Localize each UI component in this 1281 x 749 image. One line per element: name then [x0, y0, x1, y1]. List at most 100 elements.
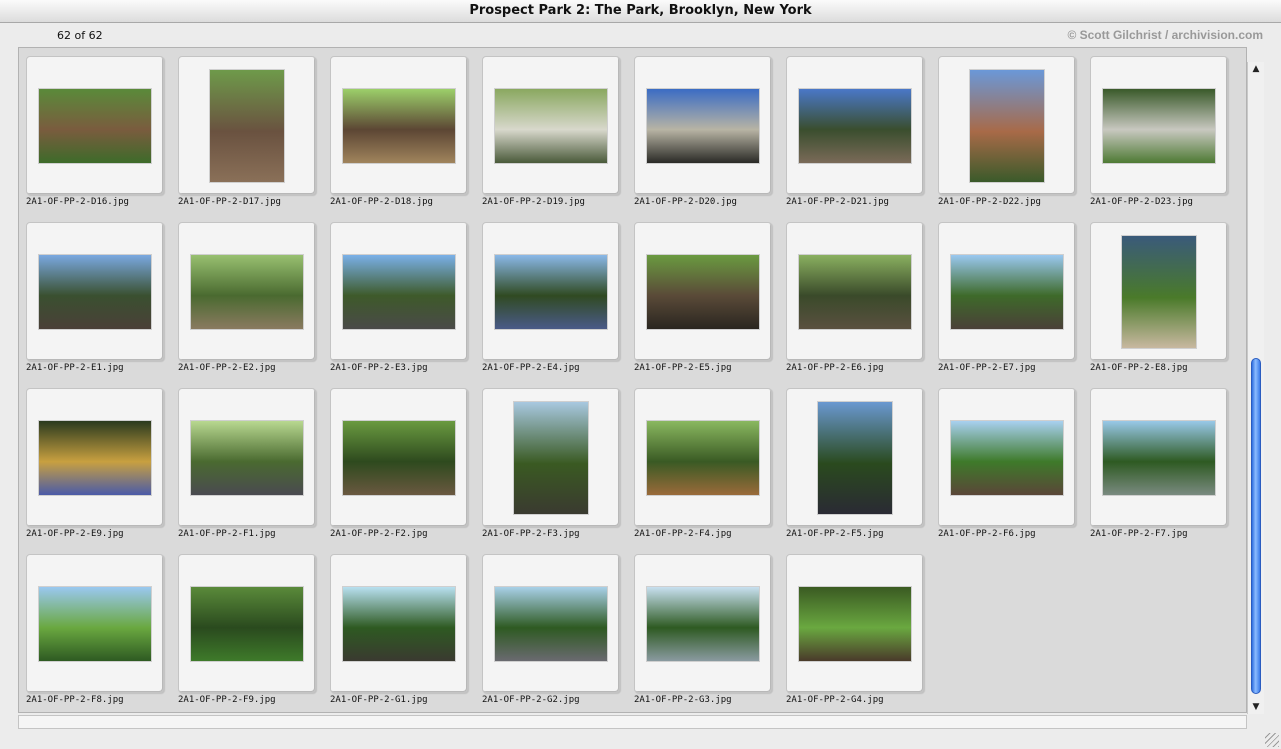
slide-frame[interactable]	[26, 56, 164, 195]
thumbnail-item[interactable]: 2A1-OF-PP-2-D21.jpg	[779, 48, 931, 214]
slide-frame[interactable]	[178, 56, 316, 195]
thumbnail-image[interactable]	[210, 69, 284, 182]
slide-frame[interactable]	[178, 222, 316, 361]
thumbnail-item[interactable]: 2A1-OF-PP-2-G3.jpg	[627, 546, 779, 712]
thumbnail-image[interactable]	[1103, 88, 1215, 163]
thumbnail-item[interactable]: 2A1-OF-PP-2-E7.jpg	[931, 214, 1083, 380]
thumbnail-image[interactable]	[647, 88, 759, 163]
thumbnail-image[interactable]	[343, 254, 455, 329]
slide-frame[interactable]	[330, 554, 468, 693]
thumbnail-image[interactable]	[39, 254, 151, 329]
thumbnail-image[interactable]	[1122, 235, 1196, 348]
thumbnail-item[interactable]: 2A1-OF-PP-2-F3.jpg	[475, 380, 627, 546]
thumbnail-image[interactable]	[951, 254, 1063, 329]
thumbnail-image[interactable]	[818, 401, 892, 514]
thumbnail-item[interactable]: 2A1-OF-PP-2-D17.jpg	[171, 48, 323, 214]
scroll-up-arrow-icon[interactable]: ▲	[1248, 62, 1264, 76]
thumbnail-item[interactable]: 2A1-OF-PP-2-F9.jpg	[171, 546, 323, 712]
thumbnail-item[interactable]: 2A1-OF-PP-2-G4.jpg	[779, 546, 931, 712]
slide-frame[interactable]	[786, 554, 924, 693]
thumbnail-item[interactable]: 2A1-OF-PP-2-D20.jpg	[627, 48, 779, 214]
slide-frame[interactable]	[482, 554, 620, 693]
slide-frame[interactable]	[938, 388, 1076, 527]
thumbnail-image[interactable]	[799, 254, 911, 329]
thumbnail-image[interactable]	[495, 586, 607, 661]
scroll-down-arrow-icon[interactable]: ▼	[1248, 700, 1264, 714]
thumbnail-image[interactable]	[970, 69, 1044, 182]
slide-frame[interactable]	[634, 56, 772, 195]
slide-frame[interactable]	[938, 56, 1076, 195]
scrollbar-thumb[interactable]	[1251, 358, 1261, 694]
slide-frame[interactable]	[26, 388, 164, 527]
thumbnail-item[interactable]: 2A1-OF-PP-2-D19.jpg	[475, 48, 627, 214]
slide-frame[interactable]	[1090, 56, 1228, 195]
thumbnail-item[interactable]: 2A1-OF-PP-2-F5.jpg	[779, 380, 931, 546]
thumbnail-item[interactable]: 2A1-OF-PP-2-D22.jpg	[931, 48, 1083, 214]
thumbnail-filename: 2A1-OF-PP-2-F5.jpg	[786, 529, 884, 539]
slide-frame[interactable]	[786, 56, 924, 195]
slide-frame[interactable]	[634, 222, 772, 361]
thumbnail-image[interactable]	[191, 254, 303, 329]
thumbnail-item[interactable]: 2A1-OF-PP-2-D23.jpg	[1083, 48, 1235, 214]
thumbnail-image[interactable]	[191, 420, 303, 495]
slide-frame[interactable]	[1090, 388, 1228, 527]
thumbnail-image[interactable]	[647, 254, 759, 329]
slide-frame[interactable]	[938, 222, 1076, 361]
thumbnail-filename: 2A1-OF-PP-2-F9.jpg	[178, 695, 276, 705]
thumbnail-image[interactable]	[343, 586, 455, 661]
thumbnail-item[interactable]: 2A1-OF-PP-2-F6.jpg	[931, 380, 1083, 546]
thumbnail-image[interactable]	[799, 88, 911, 163]
thumbnail-item[interactable]: 2A1-OF-PP-2-G1.jpg	[323, 546, 475, 712]
slide-frame[interactable]	[26, 554, 164, 693]
thumbnail-image[interactable]	[647, 586, 759, 661]
horizontal-scrollbar[interactable]	[18, 715, 1247, 729]
thumbnail-image[interactable]	[951, 420, 1063, 495]
thumbnail-item[interactable]: 2A1-OF-PP-2-F2.jpg	[323, 380, 475, 546]
thumbnail-item[interactable]: 2A1-OF-PP-2-G2.jpg	[475, 546, 627, 712]
thumbnail-item[interactable]: 2A1-OF-PP-2-E9.jpg	[19, 380, 171, 546]
thumbnail-image[interactable]	[191, 586, 303, 661]
thumbnail-image[interactable]	[1103, 420, 1215, 495]
slide-frame[interactable]	[26, 222, 164, 361]
thumbnail-image[interactable]	[39, 586, 151, 661]
vertical-scrollbar[interactable]: ▲ ▼	[1247, 62, 1264, 714]
slide-frame[interactable]	[178, 388, 316, 527]
thumbnail-image[interactable]	[495, 88, 607, 163]
thumbnail-filename: 2A1-OF-PP-2-D22.jpg	[938, 197, 1041, 207]
thumbnail-image[interactable]	[343, 420, 455, 495]
slide-frame[interactable]	[330, 56, 468, 195]
thumbnail-item[interactable]: 2A1-OF-PP-2-F1.jpg	[171, 380, 323, 546]
thumbnail-item[interactable]: 2A1-OF-PP-2-E6.jpg	[779, 214, 931, 380]
slide-frame[interactable]	[482, 222, 620, 361]
slide-frame[interactable]	[634, 388, 772, 527]
thumbnail-item[interactable]: 2A1-OF-PP-2-D16.jpg	[19, 48, 171, 214]
thumbnail-item[interactable]: 2A1-OF-PP-2-E2.jpg	[171, 214, 323, 380]
thumbnail-item[interactable]: 2A1-OF-PP-2-E5.jpg	[627, 214, 779, 380]
slide-frame[interactable]	[482, 388, 620, 527]
thumbnail-item[interactable]: 2A1-OF-PP-2-F4.jpg	[627, 380, 779, 546]
thumbnail-item[interactable]: 2A1-OF-PP-2-E3.jpg	[323, 214, 475, 380]
thumbnail-item[interactable]: 2A1-OF-PP-2-F8.jpg	[19, 546, 171, 712]
thumbnail-image[interactable]	[39, 88, 151, 163]
thumbnail-image[interactable]	[799, 586, 911, 661]
thumbnail-image[interactable]	[39, 420, 151, 495]
thumbnail-image[interactable]	[647, 420, 759, 495]
resize-grip-icon[interactable]	[1265, 733, 1279, 747]
thumbnail-item[interactable]: 2A1-OF-PP-2-E1.jpg	[19, 214, 171, 380]
thumbnail-item[interactable]: 2A1-OF-PP-2-F7.jpg	[1083, 380, 1235, 546]
thumbnail-image[interactable]	[495, 254, 607, 329]
thumbnail-image[interactable]	[514, 401, 588, 514]
slide-frame[interactable]	[482, 56, 620, 195]
slide-frame[interactable]	[1090, 222, 1228, 361]
slide-frame[interactable]	[786, 222, 924, 361]
thumbnail-viewport[interactable]: 2A1-OF-PP-2-D16.jpg 2A1-OF-PP-2-D17.jpg 2A…	[18, 47, 1247, 713]
slide-frame[interactable]	[786, 388, 924, 527]
slide-frame[interactable]	[634, 554, 772, 693]
thumbnail-item[interactable]: 2A1-OF-PP-2-E8.jpg	[1083, 214, 1235, 380]
thumbnail-item[interactable]: 2A1-OF-PP-2-E4.jpg	[475, 214, 627, 380]
slide-frame[interactable]	[178, 554, 316, 693]
thumbnail-item[interactable]: 2A1-OF-PP-2-D18.jpg	[323, 48, 475, 214]
slide-frame[interactable]	[330, 222, 468, 361]
thumbnail-image[interactable]	[343, 88, 455, 163]
slide-frame[interactable]	[330, 388, 468, 527]
